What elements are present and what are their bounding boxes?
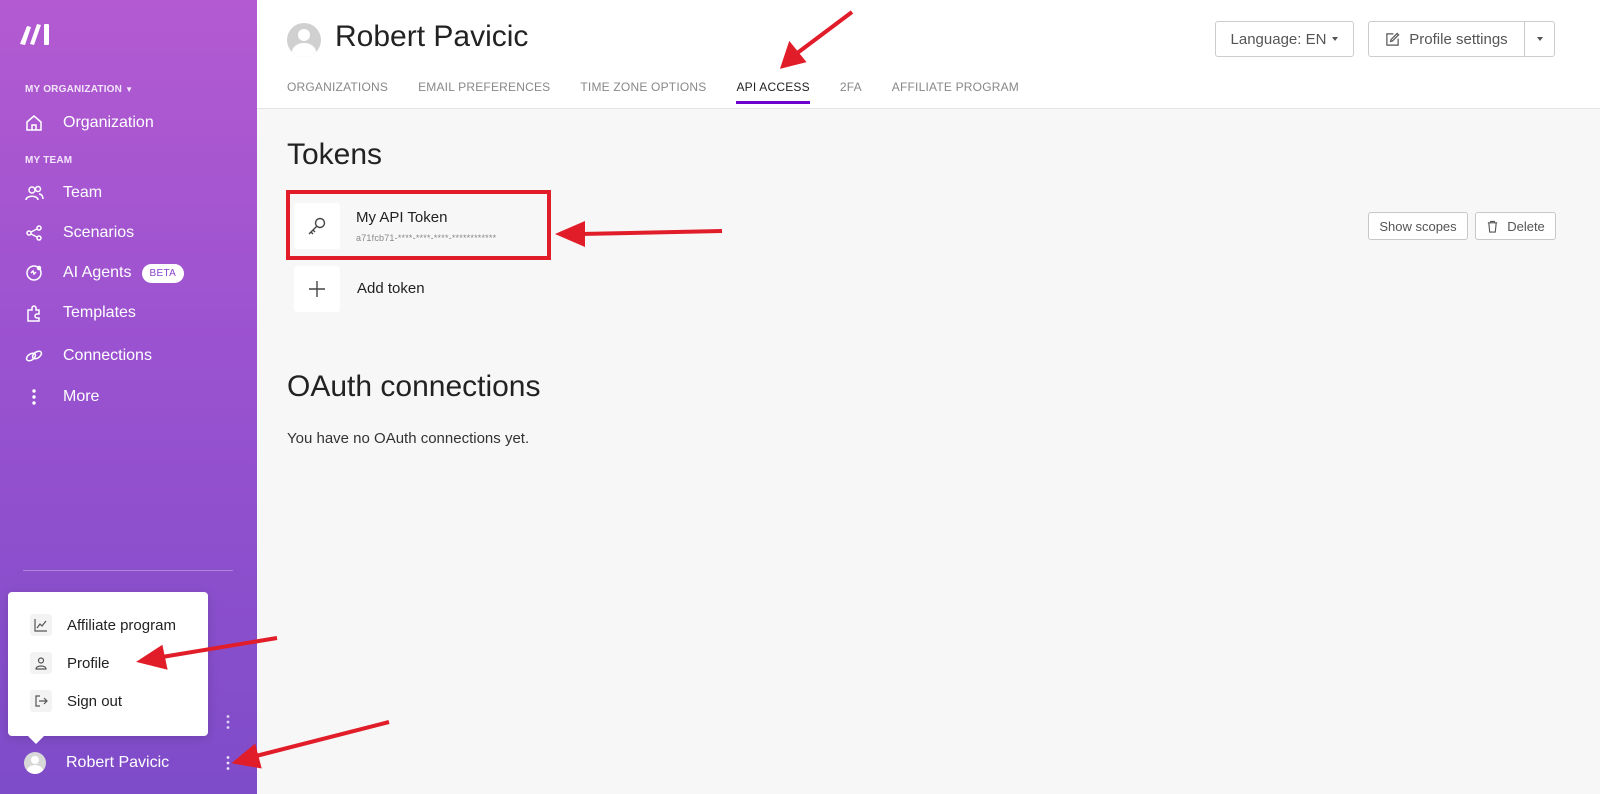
chart-line-icon <box>30 614 52 636</box>
popup-item-label: Sign out <box>67 692 123 710</box>
sidebar-item-organization[interactable]: Organization <box>23 108 154 138</box>
sidebar-item-more[interactable]: More <box>23 382 99 412</box>
chevron-down-icon <box>1536 37 1543 41</box>
sidebar-item-label: Templates <box>63 304 136 321</box>
sidebar-item-team[interactable]: Team <box>23 178 102 208</box>
home-icon <box>23 112 45 134</box>
show-scopes-button[interactable]: Show scopes <box>1368 212 1468 240</box>
user-popup-menu: Affiliate program Profile Sign out <box>8 592 208 744</box>
annotation-highlight-box <box>286 190 551 260</box>
annotation-arrowhead <box>554 220 585 248</box>
delete-label: Delete <box>1507 218 1545 234</box>
chevron-down-icon <box>1332 37 1339 41</box>
avatar <box>287 23 321 57</box>
more-vertical-icon[interactable] <box>224 714 232 730</box>
sidebar-item-templates[interactable]: Templates <box>23 298 136 328</box>
sidebar-item-label: Connections <box>63 347 152 364</box>
add-token-label[interactable]: Add token <box>357 280 425 297</box>
plus-icon <box>294 266 340 312</box>
link-icon <box>23 345 45 367</box>
profile-settings-label: Profile settings <box>1409 30 1508 48</box>
ai-agent-icon <box>23 262 45 284</box>
sidebar-item-ai-agents[interactable]: AI Agents BETA <box>23 258 185 288</box>
popup-item-label: Affiliate program <box>67 616 176 634</box>
users-icon <box>23 182 45 204</box>
avatar <box>24 752 46 774</box>
more-vertical-icon <box>23 386 45 408</box>
sign-out-icon <box>30 690 52 712</box>
tab-time-zone-options[interactable]: TIME ZONE OPTIONS <box>580 80 706 104</box>
tab-api-access[interactable]: API ACCESS <box>736 80 810 104</box>
edit-icon <box>1386 32 1400 46</box>
share-nodes-icon <box>23 222 45 244</box>
popup-item-label: Profile <box>67 654 110 672</box>
annotation-arrow <box>255 720 390 758</box>
add-token-button[interactable] <box>294 266 340 312</box>
sidebar-item-label: AI Agents <box>63 264 132 281</box>
tokens-heading: Tokens <box>287 138 383 171</box>
oauth-heading: OAuth connections <box>287 370 541 403</box>
oauth-empty-message: You have no OAuth connections yet. <box>287 430 530 447</box>
delete-token-button[interactable]: Delete <box>1475 212 1556 240</box>
tab-email-preferences[interactable]: EMAIL PREFERENCES <box>418 80 550 104</box>
tab-2fa[interactable]: 2FA <box>840 80 862 104</box>
trash-icon <box>1488 220 1498 233</box>
sidebar-item-scenarios[interactable]: Scenarios <box>23 218 134 248</box>
sidebar-item-connections[interactable]: Connections <box>23 341 152 371</box>
page-title: Robert Pavicic <box>335 20 529 53</box>
profile-header: Robert Pavicic Language: EN Profile sett… <box>257 0 1600 109</box>
popup-item-profile[interactable]: Profile <box>30 652 110 674</box>
language-button-label: Language: EN <box>1230 30 1327 48</box>
sidebar-divider <box>23 570 233 571</box>
profile-tabs: ORGANIZATIONS EMAIL PREFERENCES TIME ZON… <box>287 80 1049 104</box>
make-logo-icon[interactable] <box>18 20 54 48</box>
tab-affiliate-program[interactable]: AFFILIATE PROGRAM <box>892 80 1019 104</box>
annotation-arrow <box>579 229 723 236</box>
user-icon <box>30 652 52 674</box>
user-menu-kebab-icon[interactable] <box>224 755 232 771</box>
language-button[interactable]: Language: EN <box>1215 21 1354 57</box>
org-section-label[interactable]: MY ORGANIZATION ▼ <box>25 84 133 95</box>
beta-badge: BETA <box>141 263 185 283</box>
sidebar-item-label: Team <box>63 184 103 201</box>
profile-settings-dropdown[interactable] <box>1524 21 1555 57</box>
puzzle-icon <box>23 302 45 324</box>
profile-settings-button[interactable]: Profile settings <box>1368 21 1525 57</box>
popup-item-sign-out[interactable]: Sign out <box>30 690 122 712</box>
sidebar-item-label: Organization <box>63 114 154 131</box>
sidebar-user[interactable]: Robert Pavicic <box>24 752 169 774</box>
sidebar-user-name: Robert Pavicic <box>66 754 170 771</box>
team-section-label: MY TEAM <box>25 155 73 166</box>
sidebar-item-label: Scenarios <box>63 224 135 241</box>
popup-item-affiliate[interactable]: Affiliate program <box>30 614 176 636</box>
show-scopes-label: Show scopes <box>1379 218 1457 234</box>
sidebar-item-label: More <box>63 388 100 405</box>
tab-organizations[interactable]: ORGANIZATIONS <box>287 80 388 104</box>
